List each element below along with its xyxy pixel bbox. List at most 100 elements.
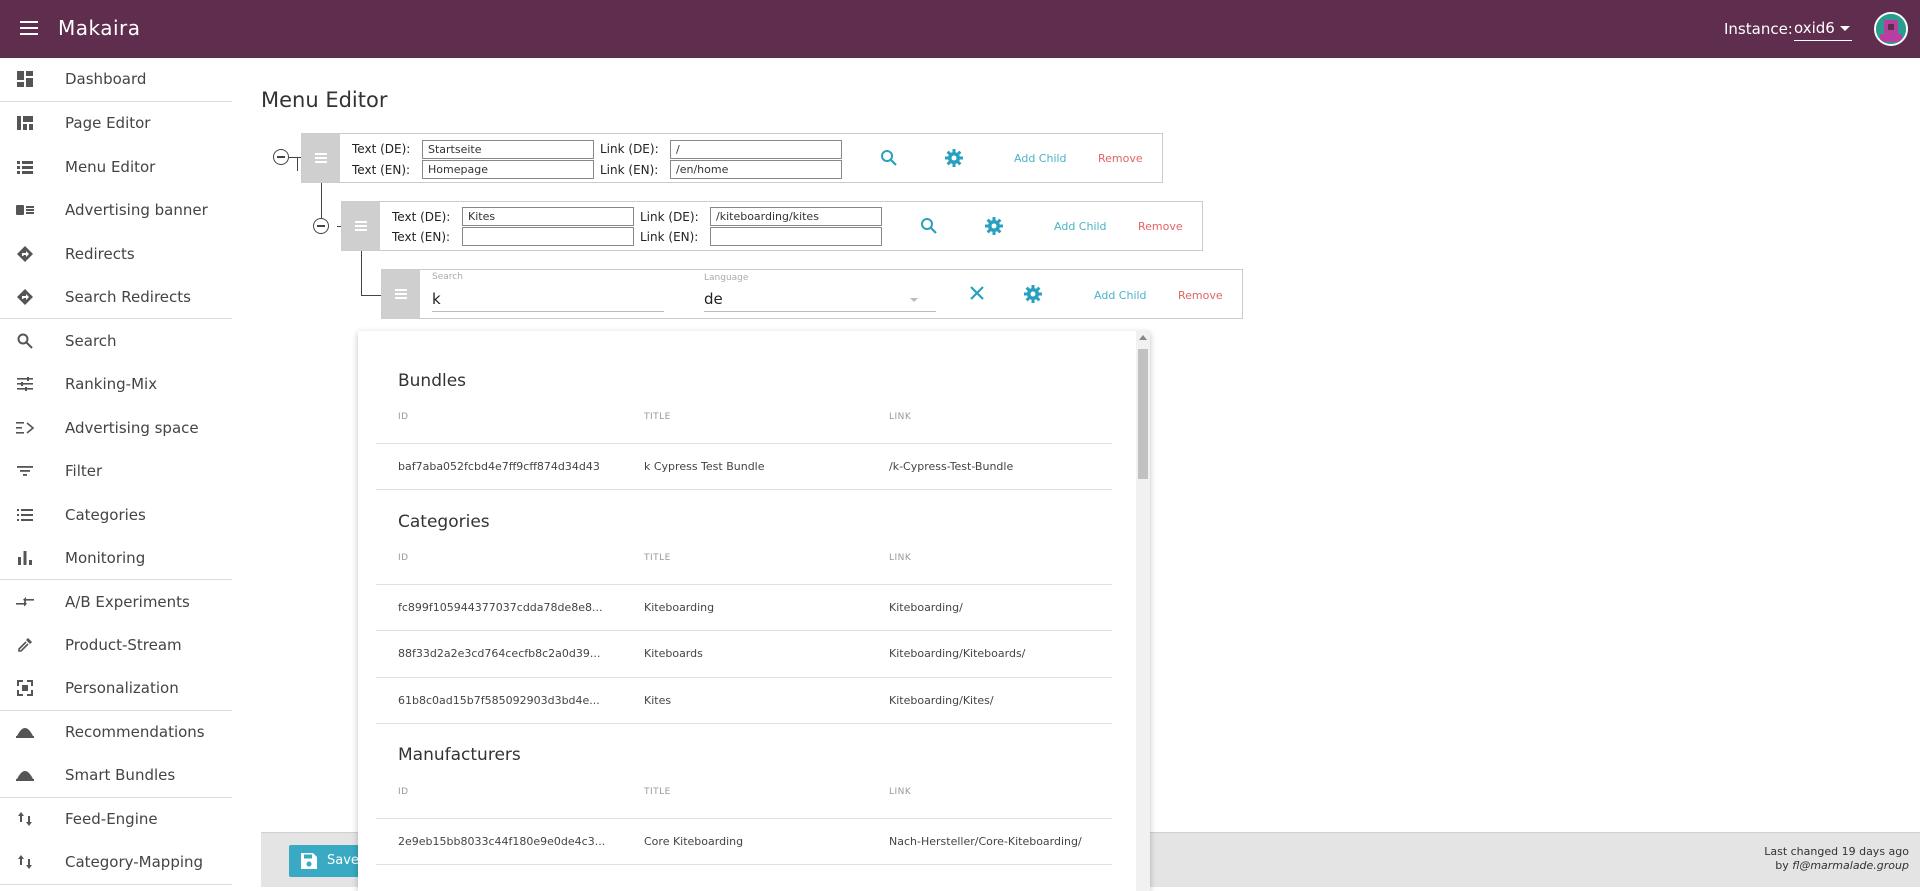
sidebar-item-monitoring[interactable]: Monitoring <box>0 537 232 580</box>
link-de-input[interactable] <box>710 207 882 226</box>
text-de-label: Text (DE): <box>352 142 411 156</box>
row-link: /k-Cypress-Test-Bundle <box>889 460 1014 473</box>
link-de-input[interactable] <box>670 140 842 159</box>
sidebar-item-ab-experiments[interactable]: A/B Experiments <box>0 580 232 624</box>
chevron-down-icon <box>910 298 918 302</box>
search-icon[interactable] <box>880 149 900 169</box>
list-icon <box>16 158 34 176</box>
top-app-bar: Makaira Instance: oxid6 <box>0 0 1920 58</box>
add-child-button[interactable]: Add Child <box>1014 152 1067 165</box>
sidebar-item-category-mapping[interactable]: Category-Mapping <box>0 841 232 885</box>
sidebar-item-categories[interactable]: Categories <box>0 493 232 537</box>
row-id: baf7aba052fcbd4e7ff9cff874d34d43 <box>398 460 600 473</box>
remove-button[interactable]: Remove <box>1178 289 1223 302</box>
col-head-link: LINK <box>889 787 912 797</box>
close-icon[interactable] <box>968 284 988 304</box>
text-de-input[interactable] <box>462 207 634 226</box>
sidebar-item-advertising-space[interactable]: Advertising space <box>0 406 232 450</box>
col-head-title: TITLE <box>644 787 671 797</box>
gear-icon[interactable] <box>984 216 1004 236</box>
drag-handle[interactable] <box>382 270 420 318</box>
text-de-input[interactable] <box>422 140 594 159</box>
row-divider <box>376 489 1112 490</box>
drag-handle[interactable] <box>342 202 380 250</box>
text-en-label: Text (EN): <box>392 230 451 244</box>
text-de-label: Text (DE): <box>392 210 451 224</box>
menu-node: Text (DE): Text (EN): Link (DE): Link (E… <box>301 133 1163 183</box>
drag-handle-icon <box>315 153 327 163</box>
sidebar-item-filter[interactable]: Filter <box>0 450 232 494</box>
sidebar-item-label: Product-Stream <box>65 636 182 655</box>
sidebar-item-personalization[interactable]: Personalization <box>0 667 232 711</box>
search-results-dropdown: Bundles ID TITLE LINK baf7aba052fcbd4e7f… <box>358 331 1150 891</box>
search-icon[interactable] <box>920 217 940 237</box>
sidebar-item-label: Menu Editor <box>65 157 156 176</box>
sidebar-item-page-editor[interactable]: Page Editor <box>0 102 232 146</box>
col-head-link: LINK <box>889 412 912 422</box>
avatar[interactable] <box>1874 12 1908 46</box>
row-link: Kiteboarding/Kiteboards/ <box>889 647 1026 660</box>
scroll-up-arrow-icon[interactable] <box>1139 335 1147 340</box>
scrollbar[interactable] <box>1136 331 1150 891</box>
link-en-input[interactable] <box>710 227 882 246</box>
menu-node: Text (DE): Text (EN): Link (DE): Link (E… <box>341 201 1203 251</box>
sidebar-item-label: Feed-Engine <box>65 810 158 829</box>
add-child-button[interactable]: Add Child <box>1054 220 1107 233</box>
sidebar-item-search[interactable]: Search <box>0 319 232 363</box>
sidebar-item-product-stream[interactable]: Product-Stream <box>0 624 232 668</box>
section-title-bundles: Bundles <box>398 371 467 391</box>
link-en-input[interactable] <box>670 160 842 179</box>
save-button[interactable]: Save <box>289 845 369 877</box>
sidebar-item-label: Search Redirects <box>65 287 191 306</box>
sidebar-item-label: Ranking-Mix <box>65 375 158 394</box>
remove-button[interactable]: Remove <box>1138 220 1183 233</box>
sidebar-item-label: A/B Experiments <box>65 592 190 611</box>
table-row[interactable]: 61b8c0ad15b7f585092903d3bd4e... Kites Ki… <box>376 678 1112 723</box>
dashboard-icon <box>16 70 34 88</box>
sidebar-item-search-redirects[interactable]: Search Redirects <box>0 276 232 319</box>
scrollbar-thumb[interactable] <box>1138 349 1148 479</box>
table-row[interactable]: 88f33d2a2e3cd764cecfb8c2a0d39... Kiteboa… <box>376 631 1112 677</box>
search-input[interactable] <box>432 290 664 312</box>
sidebar-item-label: Page Editor <box>65 114 151 133</box>
collapse-toggle[interactable] <box>313 218 329 234</box>
link-de-label: Link (DE): <box>600 142 659 156</box>
sidebar-item-label: Search <box>65 331 117 350</box>
save-label: Save <box>327 853 359 868</box>
collapse-toggle[interactable] <box>273 149 289 165</box>
sidebar-item-redirects[interactable]: Redirects <box>0 232 232 276</box>
sidebar-item-smart-bundles[interactable]: Smart Bundles <box>0 754 232 798</box>
directions-icon <box>16 245 34 263</box>
drag-handle-icon <box>355 221 367 231</box>
list-icon <box>16 506 34 524</box>
row-id: 61b8c0ad15b7f585092903d3bd4e... <box>398 694 600 707</box>
instance-select[interactable]: oxid6 <box>1794 19 1852 41</box>
remove-button[interactable]: Remove <box>1098 152 1143 165</box>
language-select[interactable]: de <box>704 290 936 312</box>
add-child-button[interactable]: Add Child <box>1094 289 1147 302</box>
text-en-input[interactable] <box>462 227 634 246</box>
sidebar-item-label: Recommendations <box>65 723 205 742</box>
chevron-down-icon <box>1840 26 1850 31</box>
drag-handle[interactable] <box>302 134 340 182</box>
swap-vert-icon <box>16 810 34 828</box>
sidebar-item-dashboard[interactable]: Dashboard <box>0 58 232 102</box>
row-title: Core Kiteboarding <box>644 835 744 848</box>
gear-icon[interactable] <box>944 148 964 168</box>
text-en-input[interactable] <box>422 160 594 179</box>
sidebar-item-ranking-mix[interactable]: Ranking-Mix <box>0 363 232 407</box>
table-row[interactable]: baf7aba052fcbd4e7ff9cff874d34d43 k Cypre… <box>376 444 1112 489</box>
hamburger-menu-icon[interactable] <box>18 17 40 39</box>
gear-icon[interactable] <box>1023 284 1043 304</box>
row-id: 88f33d2a2e3cd764cecfb8c2a0d39... <box>398 647 601 660</box>
swap-vert-icon <box>16 853 34 871</box>
col-head-title: TITLE <box>644 412 671 422</box>
sidebar-item-feed-engine[interactable]: Feed-Engine <box>0 798 232 842</box>
table-row[interactable]: fc899f105944377037cdda78de8e8... Kiteboa… <box>376 585 1112 630</box>
avatar-image <box>1876 14 1906 44</box>
sidebar-item-recommendations[interactable]: Recommendations <box>0 711 232 755</box>
table-row[interactable]: 2e9eb15bb8033c44f180e9e0de4c3... Core Ki… <box>376 819 1112 864</box>
sidebar-item-menu-editor[interactable]: Menu Editor <box>0 145 232 189</box>
row-link: Nach-Hersteller/Core-Kiteboarding/ <box>889 835 1082 848</box>
sidebar-item-advertising-banner[interactable]: Advertising banner <box>0 189 232 233</box>
